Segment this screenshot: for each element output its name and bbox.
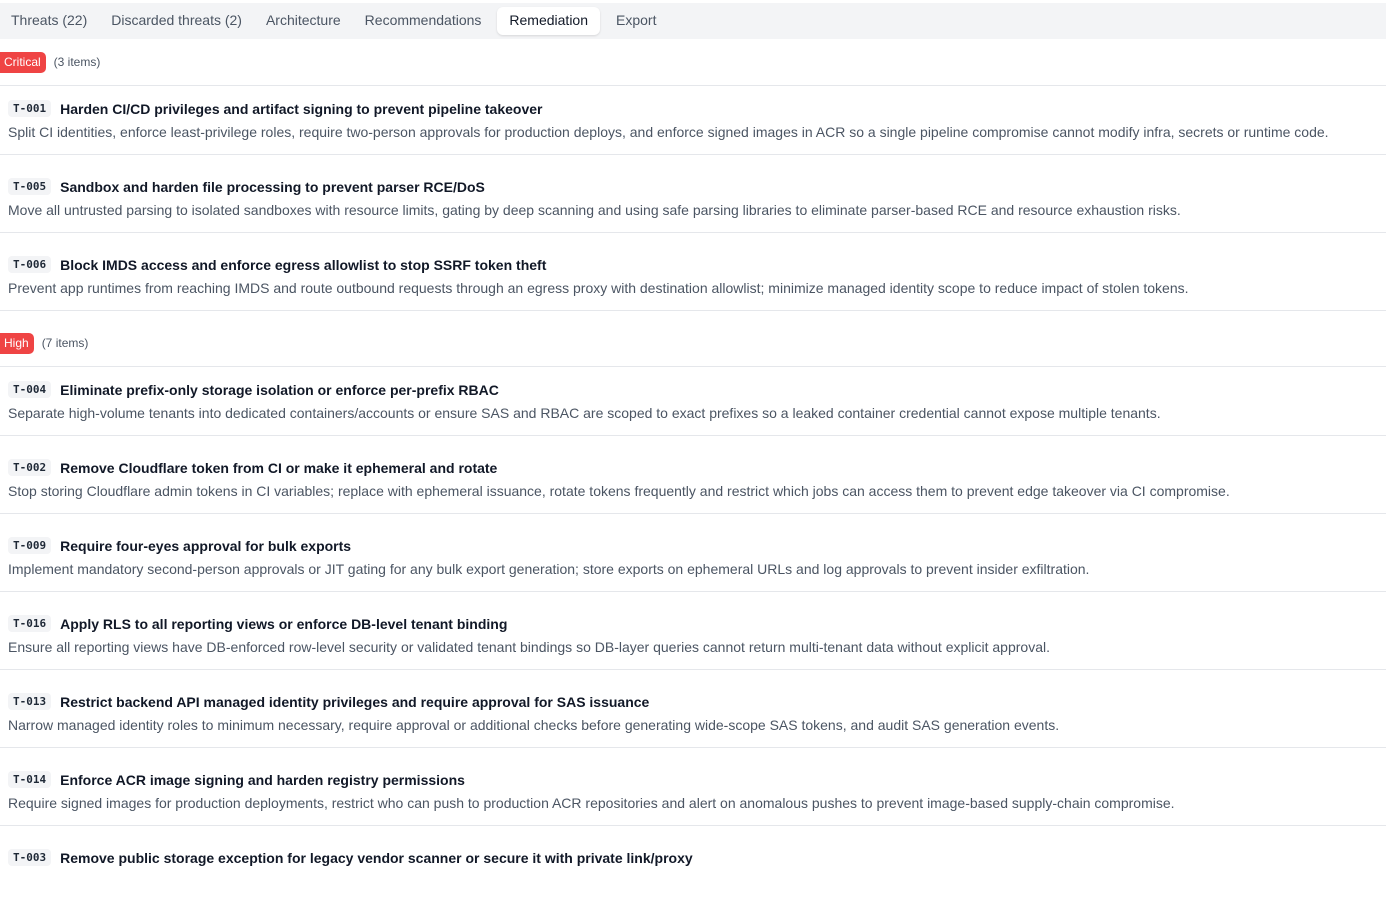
threat-id: T-006 — [8, 256, 52, 273]
remediation-description: Separate high-volume tenants into dedica… — [8, 405, 1161, 421]
remediation-description: Prevent app runtimes from reaching IMDS … — [8, 280, 1189, 296]
remediation-item[interactable]: T-006 Block IMDS access and enforce egre… — [0, 242, 1386, 311]
remediation-item[interactable]: T-005 Sandbox and harden file processing… — [0, 164, 1386, 233]
threat-id: T-002 — [8, 459, 52, 476]
remediation-title: Remove public storage exception for lega… — [60, 849, 693, 866]
tab-recommendations[interactable]: Recommendations — [357, 7, 490, 35]
remediation-title: Harden CI/CD privileges and artifact sig… — [60, 100, 543, 117]
tab-discarded-threats[interactable]: Discarded threats (2) — [103, 7, 250, 35]
remediation-description: Implement mandatory second-person approv… — [8, 561, 1090, 577]
remediation-title: Apply RLS to all reporting views or enfo… — [60, 615, 508, 632]
remediation-title: Enforce ACR image signing and harden reg… — [60, 771, 465, 788]
remediation-item[interactable]: T-009 Require four-eyes approval for bul… — [0, 523, 1386, 592]
tab-export[interactable]: Export — [608, 7, 664, 35]
remediation-item[interactable]: T-013 Restrict backend API managed ident… — [0, 679, 1386, 748]
remediation-description: Ensure all reporting views have DB-enfor… — [8, 639, 1050, 655]
tab-threats[interactable]: Threats (22) — [3, 7, 95, 35]
remediation-title: Restrict backend API managed identity pr… — [60, 693, 650, 710]
severity-badge-high: High — [0, 332, 34, 354]
remediation-description: Require signed images for production dep… — [8, 795, 1175, 811]
group-header-high: High (7 items) — [0, 320, 1386, 367]
threat-id: T-013 — [8, 693, 52, 710]
remediation-list: Critical (3 items) T-001 Harden CI/CD pr… — [0, 39, 1386, 913]
threat-id: T-004 — [8, 381, 52, 398]
threat-id: T-009 — [8, 537, 52, 554]
item-count: (7 items) — [41, 336, 89, 350]
tab-architecture[interactable]: Architecture — [258, 7, 349, 35]
remediation-description: Split CI identities, enforce least-privi… — [8, 124, 1329, 140]
remediation-title: Sandbox and harden file processing to pr… — [60, 178, 485, 195]
threat-id: T-003 — [8, 849, 52, 866]
remediation-description: Move all untrusted parsing to isolated s… — [8, 202, 1181, 218]
remediation-title: Block IMDS access and enforce egress all… — [60, 256, 547, 273]
item-count: (3 items) — [53, 55, 101, 69]
threat-id: T-001 — [8, 100, 52, 117]
remediation-description: Narrow managed identity roles to minimum… — [8, 717, 1060, 733]
remediation-item[interactable]: T-002 Remove Cloudflare token from CI or… — [0, 445, 1386, 514]
remediation-item[interactable]: T-003 Remove public storage exception fo… — [0, 835, 1386, 904]
remediation-title: Remove Cloudflare token from CI or make … — [60, 459, 498, 476]
group-header-critical: Critical (3 items) — [0, 39, 1386, 86]
tab-bar: Threats (22) Discarded threats (2) Archi… — [0, 3, 1386, 39]
threat-id: T-014 — [8, 771, 52, 788]
tab-remediation[interactable]: Remediation — [497, 7, 601, 35]
remediation-item[interactable]: T-004 Eliminate prefix-only storage isol… — [0, 367, 1386, 436]
remediation-title: Require four-eyes approval for bulk expo… — [60, 537, 352, 554]
remediation-item[interactable]: T-014 Enforce ACR image signing and hard… — [0, 757, 1386, 826]
remediation-title: Eliminate prefix-only storage isolation … — [60, 381, 499, 398]
remediation-item[interactable]: T-001 Harden CI/CD privileges and artifa… — [0, 86, 1386, 155]
severity-badge-critical: Critical — [0, 51, 46, 73]
threat-id: T-016 — [8, 615, 52, 632]
threat-id: T-005 — [8, 178, 52, 195]
remediation-description: Stop storing Cloudflare admin tokens in … — [8, 483, 1230, 499]
remediation-item[interactable]: T-016 Apply RLS to all reporting views o… — [0, 601, 1386, 670]
